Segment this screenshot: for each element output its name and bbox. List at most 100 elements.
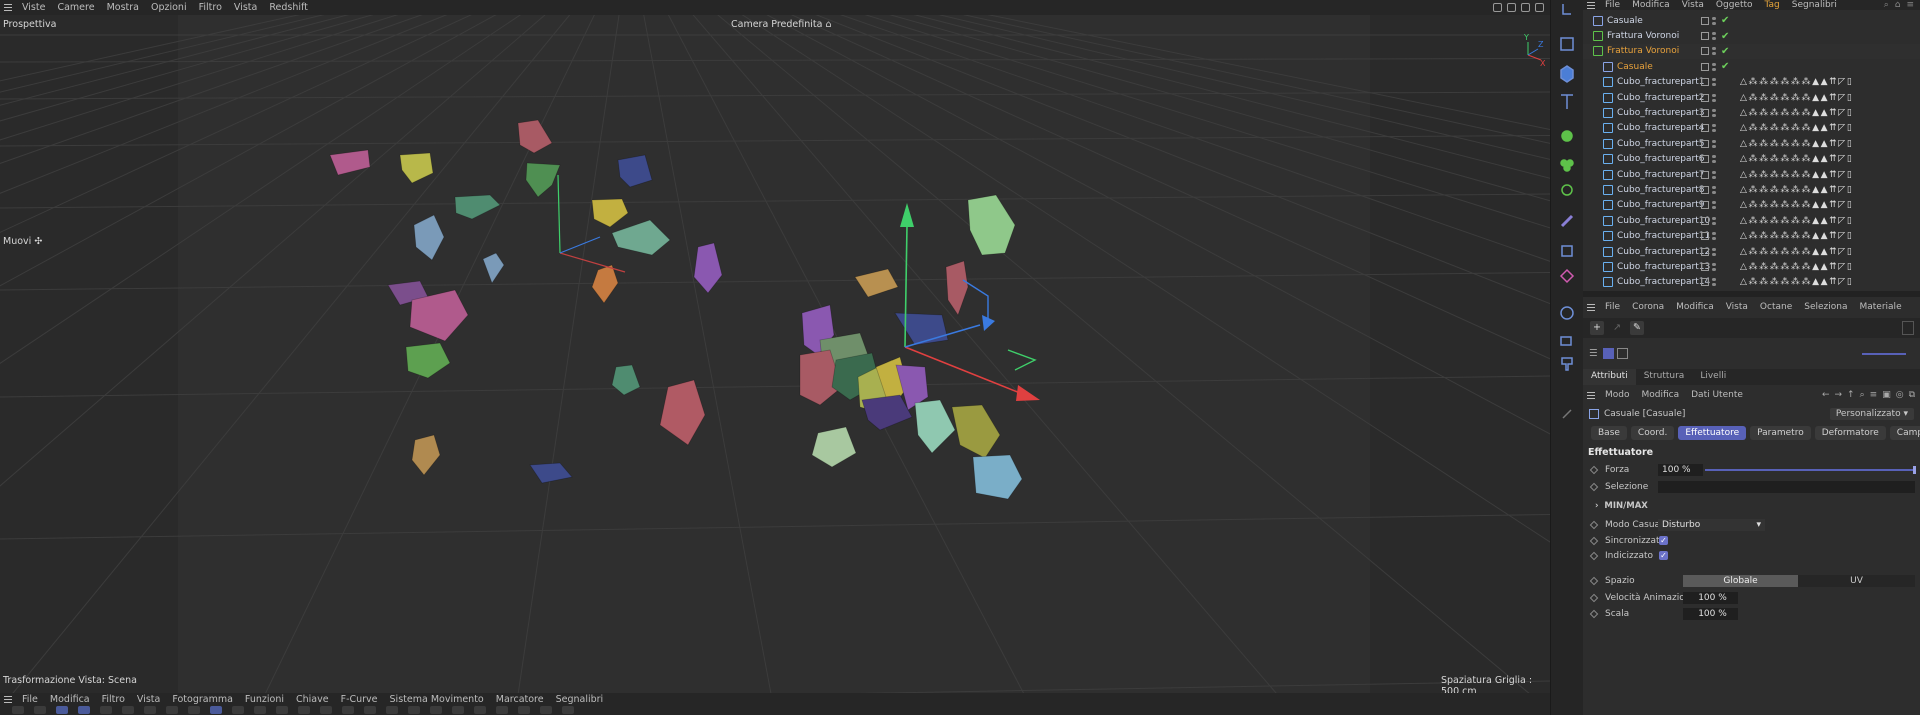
layer-icon[interactable] xyxy=(1701,262,1709,271)
forza-field[interactable]: 100 % xyxy=(1658,464,1703,476)
home-icon[interactable]: ⌂ xyxy=(1895,0,1901,10)
search-icon[interactable]: ⌕ xyxy=(1884,0,1889,10)
timeline-tool-button[interactable] xyxy=(144,706,156,714)
arrow-icon[interactable]: ↗ xyxy=(1610,321,1624,335)
keyframe-icon[interactable] xyxy=(1589,520,1599,530)
object-row[interactable]: Cubo_fracturepart12 △⁂⁂⁂⁂⁂⁂▲▲⇈◸▯ xyxy=(1583,244,1920,259)
move-view-icon[interactable] xyxy=(1507,3,1516,12)
grid-view-icon[interactable] xyxy=(1603,348,1614,359)
om-menu-segnalibri[interactable]: Segnalibri xyxy=(1786,0,1843,10)
timeline-tool-button[interactable] xyxy=(364,706,376,714)
layer-icon[interactable] xyxy=(1701,93,1709,102)
timeline-tool-button[interactable] xyxy=(276,706,288,714)
enabled-check-icon[interactable]: ✔ xyxy=(1721,61,1729,72)
visibility-dots-icon[interactable] xyxy=(1712,262,1716,271)
tag-icons[interactable]: △⁂⁂⁂⁂⁂⁂▲▲⇈◸▯ xyxy=(1740,108,1853,118)
forza-slider-knob[interactable] xyxy=(1913,466,1916,474)
om-menu-vista[interactable]: Vista xyxy=(1676,0,1710,10)
attr-search-icon[interactable]: ⌕ xyxy=(1860,390,1865,400)
visibility-dots-icon[interactable] xyxy=(1712,232,1716,241)
keyframe-icon[interactable] xyxy=(1589,551,1599,561)
timeline-menu-chiave[interactable]: Chiave xyxy=(290,694,335,705)
visibility-dots-icon[interactable] xyxy=(1712,201,1716,210)
spazio-globale-button[interactable]: Globale xyxy=(1683,575,1798,587)
viewport[interactable]: Viste Camere Mostra Opzioni Filtro Vista Redsh… xyxy=(0,0,1550,715)
param-tab-coord-[interactable]: Coord. xyxy=(1630,426,1675,440)
tag-icons[interactable]: △⁂⁂⁂⁂⁂⁂▲▲⇈◸▯ xyxy=(1740,154,1853,164)
tag-icons[interactable]: △⁂⁂⁂⁂⁂⁂▲▲⇈◸▯ xyxy=(1740,185,1853,195)
tab-livelli[interactable]: Livelli xyxy=(1692,369,1734,385)
material-menu-corona[interactable]: Corona xyxy=(1626,302,1670,312)
object-row[interactable]: Frattura Voronoi ✔ xyxy=(1583,28,1920,43)
visibility-dots-icon[interactable] xyxy=(1712,155,1716,164)
filter-icon[interactable]: ≡ xyxy=(1906,0,1914,10)
timeline-tool-button[interactable] xyxy=(452,706,464,714)
object-row[interactable]: Cubo_fracturepart8 △⁂⁂⁂⁂⁂⁂▲▲⇈◸▯ xyxy=(1583,182,1920,197)
tag-icons[interactable]: △⁂⁂⁂⁂⁂⁂▲▲⇈◸▯ xyxy=(1740,139,1853,149)
layer-icon[interactable] xyxy=(1701,139,1709,148)
timeline-tool-button[interactable] xyxy=(122,706,134,714)
object-row[interactable]: Cubo_fracturepart14 △⁂⁂⁂⁂⁂⁂▲▲⇈◸▯ xyxy=(1583,275,1920,290)
tab-attributi[interactable]: Attributi xyxy=(1583,369,1636,385)
timeline-tool-button[interactable] xyxy=(188,706,200,714)
timeline-tool-button[interactable] xyxy=(12,706,24,714)
om-menu-tag[interactable]: Tag xyxy=(1759,0,1786,10)
timeline-tool-button[interactable] xyxy=(254,706,266,714)
tag-icons[interactable]: △⁂⁂⁂⁂⁂⁂▲▲⇈◸▯ xyxy=(1740,123,1853,133)
indicizzato-checkbox[interactable]: ✓ xyxy=(1659,551,1668,560)
attr-filter-icon[interactable]: ≡ xyxy=(1870,390,1878,400)
timeline-tool-button[interactable] xyxy=(320,706,332,714)
timeline-menu-fotogramma[interactable]: Fotogramma xyxy=(166,694,239,705)
tag-icons[interactable]: △⁂⁂⁂⁂⁂⁂▲▲⇈◸▯ xyxy=(1740,277,1853,287)
camera-label[interactable]: Camera Predefinita ⌂ xyxy=(731,19,832,30)
viewport-menu-filtro[interactable]: Filtro xyxy=(193,2,228,13)
viewport-menu-camere[interactable]: Camere xyxy=(51,2,100,13)
timeline-tool-button[interactable] xyxy=(34,706,46,714)
enabled-check-icon[interactable]: ✔ xyxy=(1721,15,1729,26)
forza-slider[interactable] xyxy=(1705,466,1916,474)
tag-icons[interactable]: △⁂⁂⁂⁂⁂⁂▲▲⇈◸▯ xyxy=(1740,247,1853,257)
velocita-field[interactable]: 100 % xyxy=(1683,592,1738,604)
keyframe-icon[interactable] xyxy=(1589,536,1599,546)
material-menu-modifica[interactable]: Modifica xyxy=(1670,302,1720,312)
object-row[interactable]: Cubo_fracturepart13 △⁂⁂⁂⁂⁂⁂▲▲⇈◸▯ xyxy=(1583,259,1920,274)
om-menu-file[interactable]: File xyxy=(1599,0,1626,10)
visibility-dots-icon[interactable] xyxy=(1712,139,1716,148)
viewport-menu-viste[interactable]: Viste xyxy=(16,2,51,13)
timeline-menu-filtro[interactable]: Filtro xyxy=(96,694,131,705)
visibility-dots-icon[interactable] xyxy=(1712,47,1716,56)
object-row[interactable]: Casuale ✔ xyxy=(1583,13,1920,28)
layer-icon[interactable] xyxy=(1701,78,1709,87)
hamburger-menu-icon[interactable] xyxy=(0,0,16,15)
timeline-menu-file[interactable]: File xyxy=(16,694,44,705)
add-material-icon[interactable]: + xyxy=(1590,321,1604,335)
object-row[interactable]: Cubo_fracturepart5 △⁂⁂⁂⁂⁂⁂▲▲⇈◸▯ xyxy=(1583,136,1920,151)
attr-hamburger-icon[interactable] xyxy=(1583,390,1599,400)
param-tab-effettuatore[interactable]: Effettuatore xyxy=(1678,426,1747,440)
attr-menu-modifica[interactable]: Modifica xyxy=(1636,390,1686,400)
material-menu-seleziona[interactable]: Seleziona xyxy=(1798,302,1853,312)
keyframe-icon[interactable] xyxy=(1589,576,1599,586)
timeline-tool-button[interactable] xyxy=(562,706,574,714)
timeline-menu-marcatore[interactable]: Marcatore xyxy=(490,694,550,705)
rotate-view-icon[interactable] xyxy=(1521,3,1530,12)
viewport-menu-redshift[interactable]: Redshift xyxy=(263,2,314,13)
layer-icon[interactable] xyxy=(1701,155,1709,164)
visibility-dots-icon[interactable] xyxy=(1712,170,1716,179)
zoom-slider[interactable] xyxy=(1862,353,1906,355)
visibility-dots-icon[interactable] xyxy=(1712,278,1716,287)
object-row[interactable]: Cubo_fracturepart7 △⁂⁂⁂⁂⁂⁂▲▲⇈◸▯ xyxy=(1583,167,1920,182)
enabled-check-icon[interactable]: ✔ xyxy=(1721,31,1729,42)
modo-dropdown[interactable]: Disturbo ▾ xyxy=(1658,519,1765,531)
layer-icon[interactable] xyxy=(1701,109,1709,118)
layer-icon[interactable] xyxy=(1701,170,1709,179)
minmax-group[interactable]: › MIN/MAX xyxy=(1595,500,1648,512)
timeline-menu-sistema-movimento[interactable]: Sistema Movimento xyxy=(384,694,490,705)
visibility-dots-icon[interactable] xyxy=(1712,124,1716,133)
enabled-check-icon[interactable]: ✔ xyxy=(1721,46,1729,57)
object-row[interactable]: Cubo_fracturepart1 △⁂⁂⁂⁂⁂⁂▲▲⇈◸▯ xyxy=(1583,75,1920,90)
layer-icon[interactable] xyxy=(1701,47,1709,56)
material-menu-materiale[interactable]: Materiale xyxy=(1854,302,1908,312)
visibility-dots-icon[interactable] xyxy=(1712,109,1716,118)
timeline-tool-button[interactable] xyxy=(100,706,112,714)
